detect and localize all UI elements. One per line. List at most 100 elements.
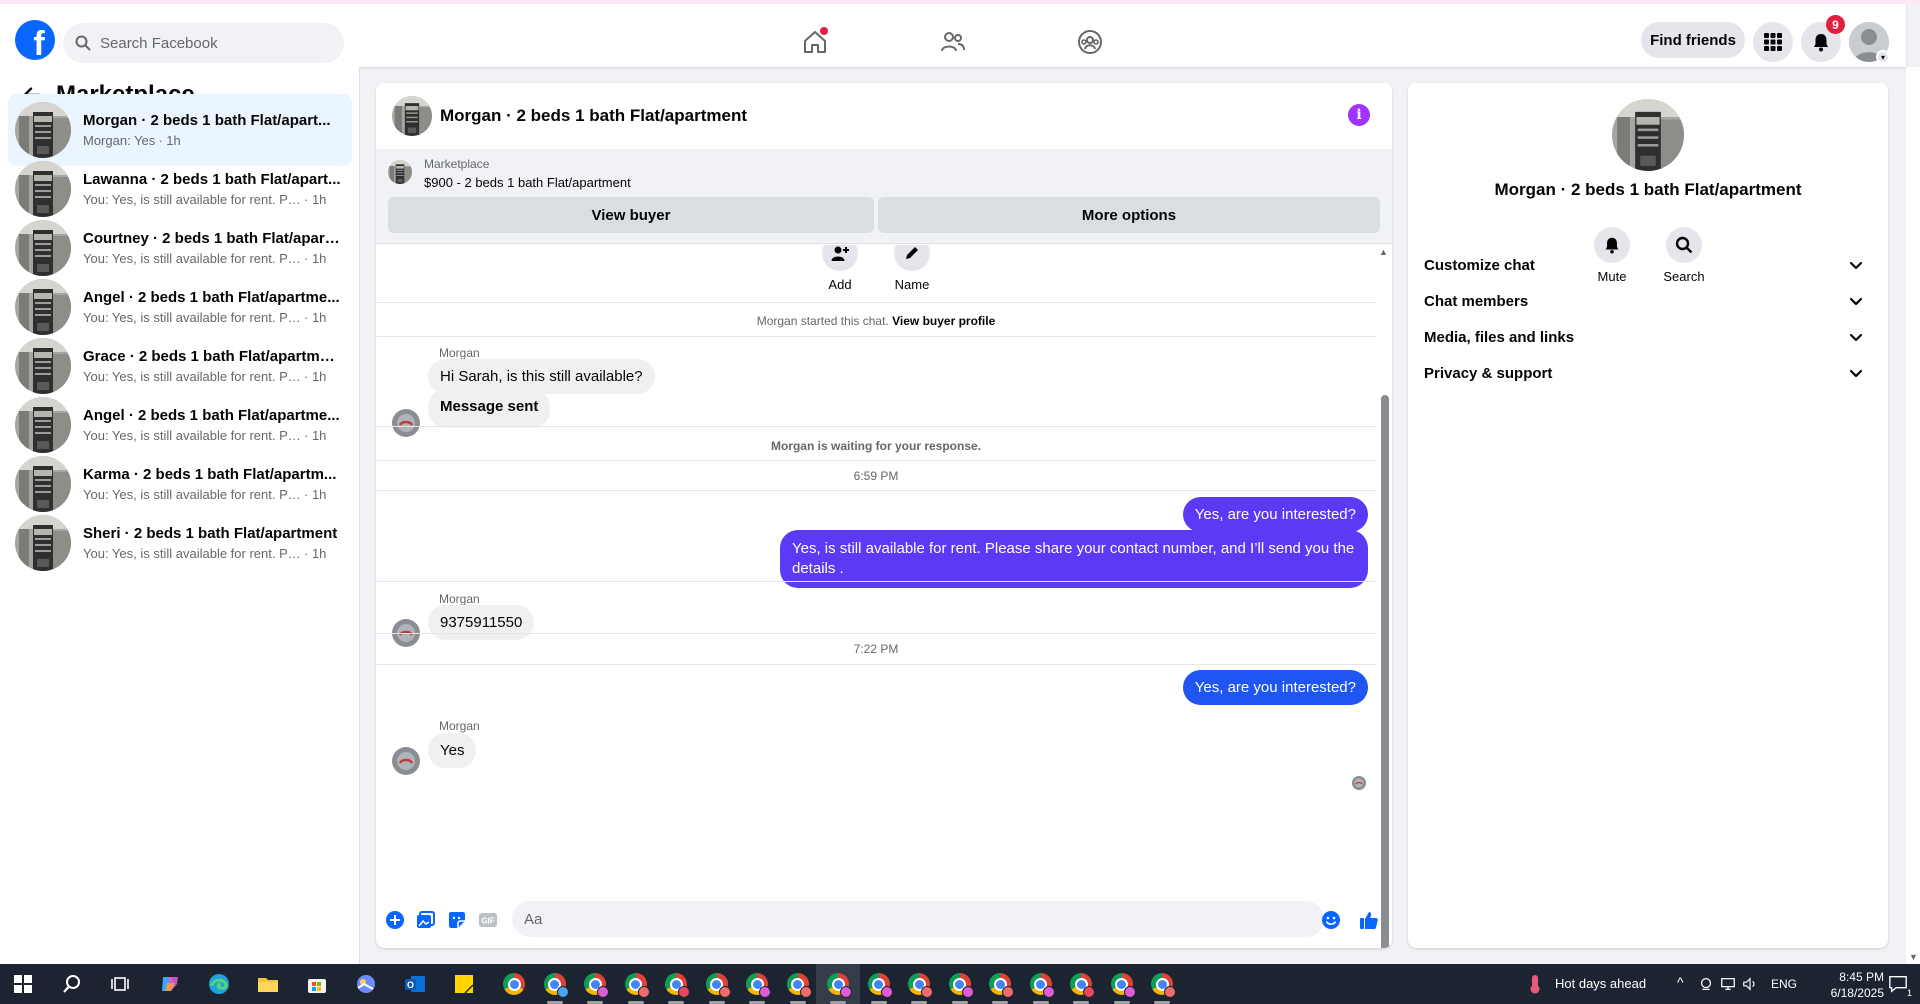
conversation-snippet: You: Yes, is still available for rent. P… bbox=[83, 428, 301, 443]
marketplace-sidebar: Marketplace Morgan · 2 beds 1 bath Flat/… bbox=[0, 67, 360, 964]
language-indicator[interactable]: ENG bbox=[1771, 977, 1797, 991]
windows-start-icon[interactable] bbox=[11, 972, 35, 996]
scroll-down-arrow-icon[interactable]: ▼ bbox=[1909, 952, 1918, 962]
incoming-message[interactable]: Message sent bbox=[428, 389, 551, 428]
incoming-message[interactable]: Yes bbox=[428, 733, 477, 768]
name-chat-action[interactable]: Name bbox=[882, 245, 942, 292]
chat-started-notice: Morgan started this chat. View buyer pro… bbox=[756, 314, 996, 328]
thermometer-icon[interactable] bbox=[1523, 972, 1547, 996]
outgoing-message[interactable]: Yes, are you interested? bbox=[1182, 497, 1368, 532]
edge-icon[interactable] bbox=[207, 972, 231, 996]
network-icon[interactable] bbox=[1719, 972, 1737, 996]
listing-price[interactable]: $900 - 2 beds 1 bath Flat/apartment bbox=[424, 175, 631, 190]
search-icon[interactable] bbox=[60, 972, 84, 996]
chrome-icon[interactable] bbox=[1150, 972, 1176, 998]
sender-avatar[interactable] bbox=[392, 747, 420, 775]
details-section-row[interactable]: Chat members bbox=[1424, 283, 1872, 319]
chrome-icon[interactable] bbox=[624, 972, 650, 998]
conversation-time: · 1h bbox=[304, 310, 327, 325]
top-navbar: f Find friends 9 ▾ bbox=[0, 4, 1906, 67]
details-section-row[interactable]: Privacy & support bbox=[1424, 355, 1872, 391]
facebook-logo[interactable]: f bbox=[15, 20, 55, 60]
scrollbar-thumb[interactable] bbox=[1381, 395, 1389, 948]
info-icon[interactable]: i bbox=[1348, 104, 1370, 126]
chevron-down-icon bbox=[1849, 333, 1863, 342]
more-options-button[interactable]: More options bbox=[878, 197, 1380, 233]
chrome-icon[interactable] bbox=[907, 972, 933, 998]
conversation-snippet: You: Yes, is still available for rent. P… bbox=[83, 251, 301, 266]
menu-grid-button[interactable] bbox=[1753, 22, 1793, 62]
emoji-icon[interactable] bbox=[1320, 909, 1342, 931]
details-section-row[interactable]: Customize chat bbox=[1424, 247, 1872, 283]
weather-text[interactable]: Hot days ahead bbox=[1555, 976, 1646, 991]
outgoing-message[interactable]: Yes, is still available for rent. Please… bbox=[780, 530, 1368, 588]
outlook-icon[interactable]: O bbox=[403, 972, 427, 996]
chevron-down-icon[interactable]: ▾ bbox=[1876, 50, 1890, 64]
thumbs-up-icon[interactable] bbox=[1358, 909, 1380, 931]
view-buyer-profile-link[interactable]: View buyer profile bbox=[892, 314, 995, 328]
page-scrollbar[interactable]: ▼ bbox=[1906, 67, 1920, 964]
chrome-icon[interactable] bbox=[1029, 972, 1055, 998]
listing-thumbnail[interactable] bbox=[392, 96, 432, 136]
waiting-notice: Morgan is waiting for your response. bbox=[770, 439, 982, 453]
friends-icon[interactable] bbox=[935, 24, 971, 60]
sticker-icon[interactable] bbox=[446, 909, 468, 931]
message-input[interactable] bbox=[512, 901, 1324, 937]
file-explorer-icon[interactable] bbox=[256, 972, 280, 996]
chrome-icon[interactable] bbox=[543, 972, 569, 998]
view-buyer-button[interactable]: View buyer bbox=[388, 197, 874, 233]
chrome-icon[interactable] bbox=[1069, 972, 1095, 998]
details-section-row[interactable]: Media, files and links bbox=[1424, 319, 1872, 355]
gif-icon[interactable]: GIF bbox=[477, 909, 499, 931]
chrome-icon[interactable] bbox=[583, 972, 609, 998]
find-friends-button[interactable]: Find friends bbox=[1641, 22, 1745, 58]
add-member-action[interactable]: Add bbox=[810, 245, 870, 292]
divider bbox=[376, 302, 1376, 303]
search-bar[interactable] bbox=[63, 23, 344, 63]
sticky-notes-icon[interactable] bbox=[452, 972, 476, 996]
chrome-icon[interactable] bbox=[664, 972, 690, 998]
groups-icon[interactable] bbox=[1072, 24, 1108, 60]
store-icon[interactable] bbox=[305, 972, 329, 996]
clock[interactable]: 8:45 PM 6/18/2025 bbox=[1810, 969, 1884, 1001]
notification-center-icon[interactable]: 1 bbox=[1886, 972, 1912, 998]
chrome-icon[interactable] bbox=[786, 972, 812, 998]
meet-icon[interactable] bbox=[1697, 972, 1715, 996]
chrome-icon[interactable] bbox=[988, 972, 1014, 998]
add-label: Add bbox=[828, 277, 852, 292]
search-input[interactable] bbox=[100, 34, 320, 52]
copilot-icon[interactable] bbox=[158, 972, 182, 996]
incoming-message[interactable]: 9375911550 bbox=[428, 605, 535, 640]
chat-title[interactable]: Morgan · 2 beds 1 bath Flat/apartment bbox=[440, 106, 747, 126]
home-icon[interactable] bbox=[797, 24, 833, 60]
chrome-icon[interactable] bbox=[826, 972, 852, 998]
chevron-up-icon[interactable]: ^ bbox=[1677, 974, 1684, 990]
notifications-button[interactable]: 9 bbox=[1801, 15, 1845, 62]
divider bbox=[376, 336, 1376, 337]
scroll-up-arrow-icon[interactable]: ▲ bbox=[1379, 247, 1388, 257]
chrome-icon[interactable] bbox=[502, 972, 526, 996]
notification-badge: 9 bbox=[1826, 15, 1845, 34]
chrome-icon[interactable] bbox=[1110, 972, 1136, 998]
windows-taskbar: O Hot days ahead ^ ENG 8:45 PM 6/18/2025 … bbox=[0, 964, 1920, 1004]
photo-icon[interactable] bbox=[415, 909, 437, 931]
chrome-icon[interactable] bbox=[867, 972, 893, 998]
listing-thumbnail-small[interactable] bbox=[388, 160, 412, 184]
plus-circle-icon[interactable] bbox=[384, 909, 406, 931]
conversation-item[interactable]: Sheri · 2 beds 1 bath Flat/apartment You:… bbox=[8, 507, 352, 579]
task-view-icon[interactable] bbox=[108, 972, 132, 996]
chrome-icon[interactable] bbox=[705, 972, 731, 998]
sender-avatar[interactable] bbox=[392, 409, 420, 437]
chrome-icon[interactable] bbox=[948, 972, 974, 998]
volume-icon[interactable] bbox=[1741, 972, 1759, 996]
chrome-icon[interactable] bbox=[745, 972, 771, 998]
listing-avatar[interactable] bbox=[1612, 99, 1684, 171]
conversation-thumbnail bbox=[15, 397, 71, 453]
outgoing-message[interactable]: Yes, are you interested? bbox=[1182, 670, 1368, 705]
chat-header: Morgan · 2 beds 1 bath Flat/apartment i bbox=[376, 83, 1392, 149]
thread-scrollbar[interactable]: ▲ ▼ bbox=[1376, 245, 1392, 948]
photos-app-icon[interactable] bbox=[354, 972, 378, 996]
conversation-snippet: You: Yes, is still available for rent. P… bbox=[83, 546, 301, 561]
conversation-title: Karma · 2 beds 1 bath Flat/apartm... bbox=[83, 466, 337, 483]
message-thread[interactable]: Add Name Morgan started this chat. View … bbox=[376, 245, 1376, 885]
